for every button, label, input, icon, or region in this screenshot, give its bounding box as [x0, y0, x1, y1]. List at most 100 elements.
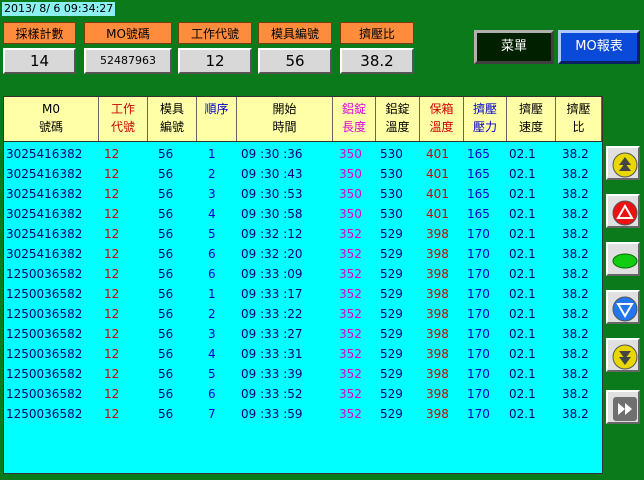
- table-cell: 12: [104, 247, 120, 261]
- table-cell: 38.2: [562, 247, 589, 261]
- table-cell: 12: [104, 307, 120, 321]
- mo-report-button[interactable]: MO報表: [558, 30, 640, 64]
- table-cell: 09 :33 :27: [241, 327, 303, 341]
- table-cell: 350: [339, 147, 362, 161]
- table-cell: 170: [467, 347, 490, 361]
- table-cell: 12: [104, 167, 120, 181]
- table-cell: 165: [467, 147, 490, 161]
- table-cell: 165: [467, 187, 490, 201]
- table-row[interactable]: 1250036582 12 56 3 09 :33 :27 352 529 398 170 02.…: [4, 324, 602, 344]
- table-cell: 02.1: [509, 307, 536, 321]
- table-cell: 12: [104, 287, 120, 301]
- table-cell: 529: [380, 287, 403, 301]
- table-row[interactable]: 3025416382 12 56 2 09 :30 :43 350 530 401 165 02.…: [4, 164, 602, 184]
- column-header-line2: 壓力: [472, 120, 497, 134]
- table-cell: 56: [158, 267, 174, 281]
- fast-forward-button[interactable]: [606, 390, 640, 424]
- table-row[interactable]: 3025416382 12 56 4 09 :30 :58 350 530 401 165 02.…: [4, 204, 602, 224]
- table-row[interactable]: 1250036582 12 56 2 09 :33 :22 352 529 398 170 02.…: [4, 304, 602, 324]
- table-cell: 12: [104, 207, 120, 221]
- column-header: 開始 時間: [237, 97, 333, 141]
- table-row[interactable]: 1250036582 12 56 4 09 :33 :31 352 529 398 170 02.…: [4, 344, 602, 364]
- column-header-line2: 速度: [518, 120, 543, 134]
- table-cell: 6: [208, 387, 216, 401]
- column-header: 鋁錠 溫度: [376, 97, 420, 141]
- column-header-line2: 編號: [159, 120, 184, 134]
- scroll-down-button[interactable]: [606, 290, 640, 324]
- table-cell: 398: [426, 287, 449, 301]
- column-header: 擠壓 壓力: [464, 97, 507, 141]
- table-cell: 5: [208, 367, 216, 381]
- table-cell: 09 :33 :22: [241, 307, 303, 321]
- table-cell: 09 :33 :17: [241, 287, 303, 301]
- page-up-icon: [612, 152, 638, 178]
- column-header-line1: M0: [42, 102, 60, 116]
- table-row[interactable]: 3025416382 12 56 3 09 :30 :53 350 530 401 165 02.…: [4, 184, 602, 204]
- table-row[interactable]: 1250036582 12 56 6 09 :33 :09 352 529 398 170 02.…: [4, 264, 602, 284]
- table-cell: 38.2: [562, 187, 589, 201]
- table-cell: 1250036582: [6, 347, 83, 361]
- table-cell: 09 :30 :53: [241, 187, 303, 201]
- table-cell: 352: [339, 227, 362, 241]
- table-cell: 529: [380, 407, 403, 421]
- table-cell: 12: [104, 347, 120, 361]
- table-cell: 6: [208, 247, 216, 261]
- table-cell: 02.1: [509, 187, 536, 201]
- table-cell: 352: [339, 247, 362, 261]
- table-cell: 12: [104, 227, 120, 241]
- table-cell: 02.1: [509, 327, 536, 341]
- table-row[interactable]: 1250036582 12 56 5 09 :33 :39 352 529 398 170 02.…: [4, 364, 602, 384]
- scroll-up-button[interactable]: [606, 194, 640, 228]
- table-row[interactable]: 1250036582 12 56 7 09 :33 :59 352 529 398 170 02.…: [4, 404, 602, 424]
- stop-button[interactable]: [606, 242, 640, 276]
- stat-mo-number: MO號碼 52487963: [84, 22, 172, 74]
- table-row[interactable]: 3025416382 12 56 5 09 :32 :12 352 529 398 170 02.…: [4, 224, 602, 244]
- table-cell: 02.1: [509, 147, 536, 161]
- table-cell: 12: [104, 147, 120, 161]
- stat-die-number: 模具編號 56: [258, 22, 332, 74]
- table-body[interactable]: 3025416382 12 56 1 09 :30 :36 350 530 401 165 02.…: [4, 144, 602, 424]
- table-cell: 530: [380, 187, 403, 201]
- page-down-button[interactable]: [606, 338, 640, 372]
- stat-job-code-value: 12: [178, 48, 252, 74]
- table-cell: 38.2: [562, 267, 589, 281]
- page-up-button[interactable]: [606, 146, 640, 180]
- table-cell: 6: [208, 267, 216, 281]
- menu-button[interactable]: 菜單: [474, 30, 554, 64]
- table-cell: 401: [426, 187, 449, 201]
- table-cell: 09 :33 :09: [241, 267, 303, 281]
- column-header-line2: 代號: [110, 120, 135, 134]
- table-cell: 398: [426, 307, 449, 321]
- table-row[interactable]: 3025416382 12 56 1 09 :30 :36 350 530 401 165 02.…: [4, 144, 602, 164]
- table-cell: 02.1: [509, 347, 536, 361]
- fast-forward-icon: [613, 397, 637, 421]
- table-cell: 56: [158, 307, 174, 321]
- table-cell: 02.1: [509, 407, 536, 421]
- table-row[interactable]: 1250036582 12 56 1 09 :33 :17 352 529 398 170 02.…: [4, 284, 602, 304]
- table-cell: 170: [467, 307, 490, 321]
- table-row[interactable]: 1250036582 12 56 6 09 :33 :52 352 529 398 170 02.…: [4, 384, 602, 404]
- table-cell: 38.2: [562, 407, 589, 421]
- table-cell: 352: [339, 327, 362, 341]
- table-cell: 398: [426, 367, 449, 381]
- scroll-down-icon: [612, 296, 638, 322]
- table-cell: 38.2: [562, 327, 589, 341]
- stat-extrusion-ratio: 擠壓比 38.2: [340, 22, 414, 74]
- table-cell: 38.2: [562, 287, 589, 301]
- column-header-line1: 擠壓: [566, 102, 591, 116]
- table-cell: 09 :32 :12: [241, 227, 303, 241]
- table-cell: 09 :33 :39: [241, 367, 303, 381]
- table-cell: 09 :30 :58: [241, 207, 303, 221]
- stat-sample-count: 採樣計數 14: [3, 22, 76, 74]
- column-header-line2: 長度: [341, 120, 366, 134]
- table-cell: 529: [380, 247, 403, 261]
- stat-extrusion-ratio-label: 擠壓比: [340, 22, 414, 44]
- table-cell: 02.1: [509, 167, 536, 181]
- table-cell: 56: [158, 167, 174, 181]
- table-cell: 350: [339, 187, 362, 201]
- table-cell: 1250036582: [6, 267, 83, 281]
- table-cell: 1: [208, 147, 216, 161]
- table-cell: 1250036582: [6, 327, 83, 341]
- table-cell: 38.2: [562, 347, 589, 361]
- table-row[interactable]: 3025416382 12 56 6 09 :32 :20 352 529 398 170 02.…: [4, 244, 602, 264]
